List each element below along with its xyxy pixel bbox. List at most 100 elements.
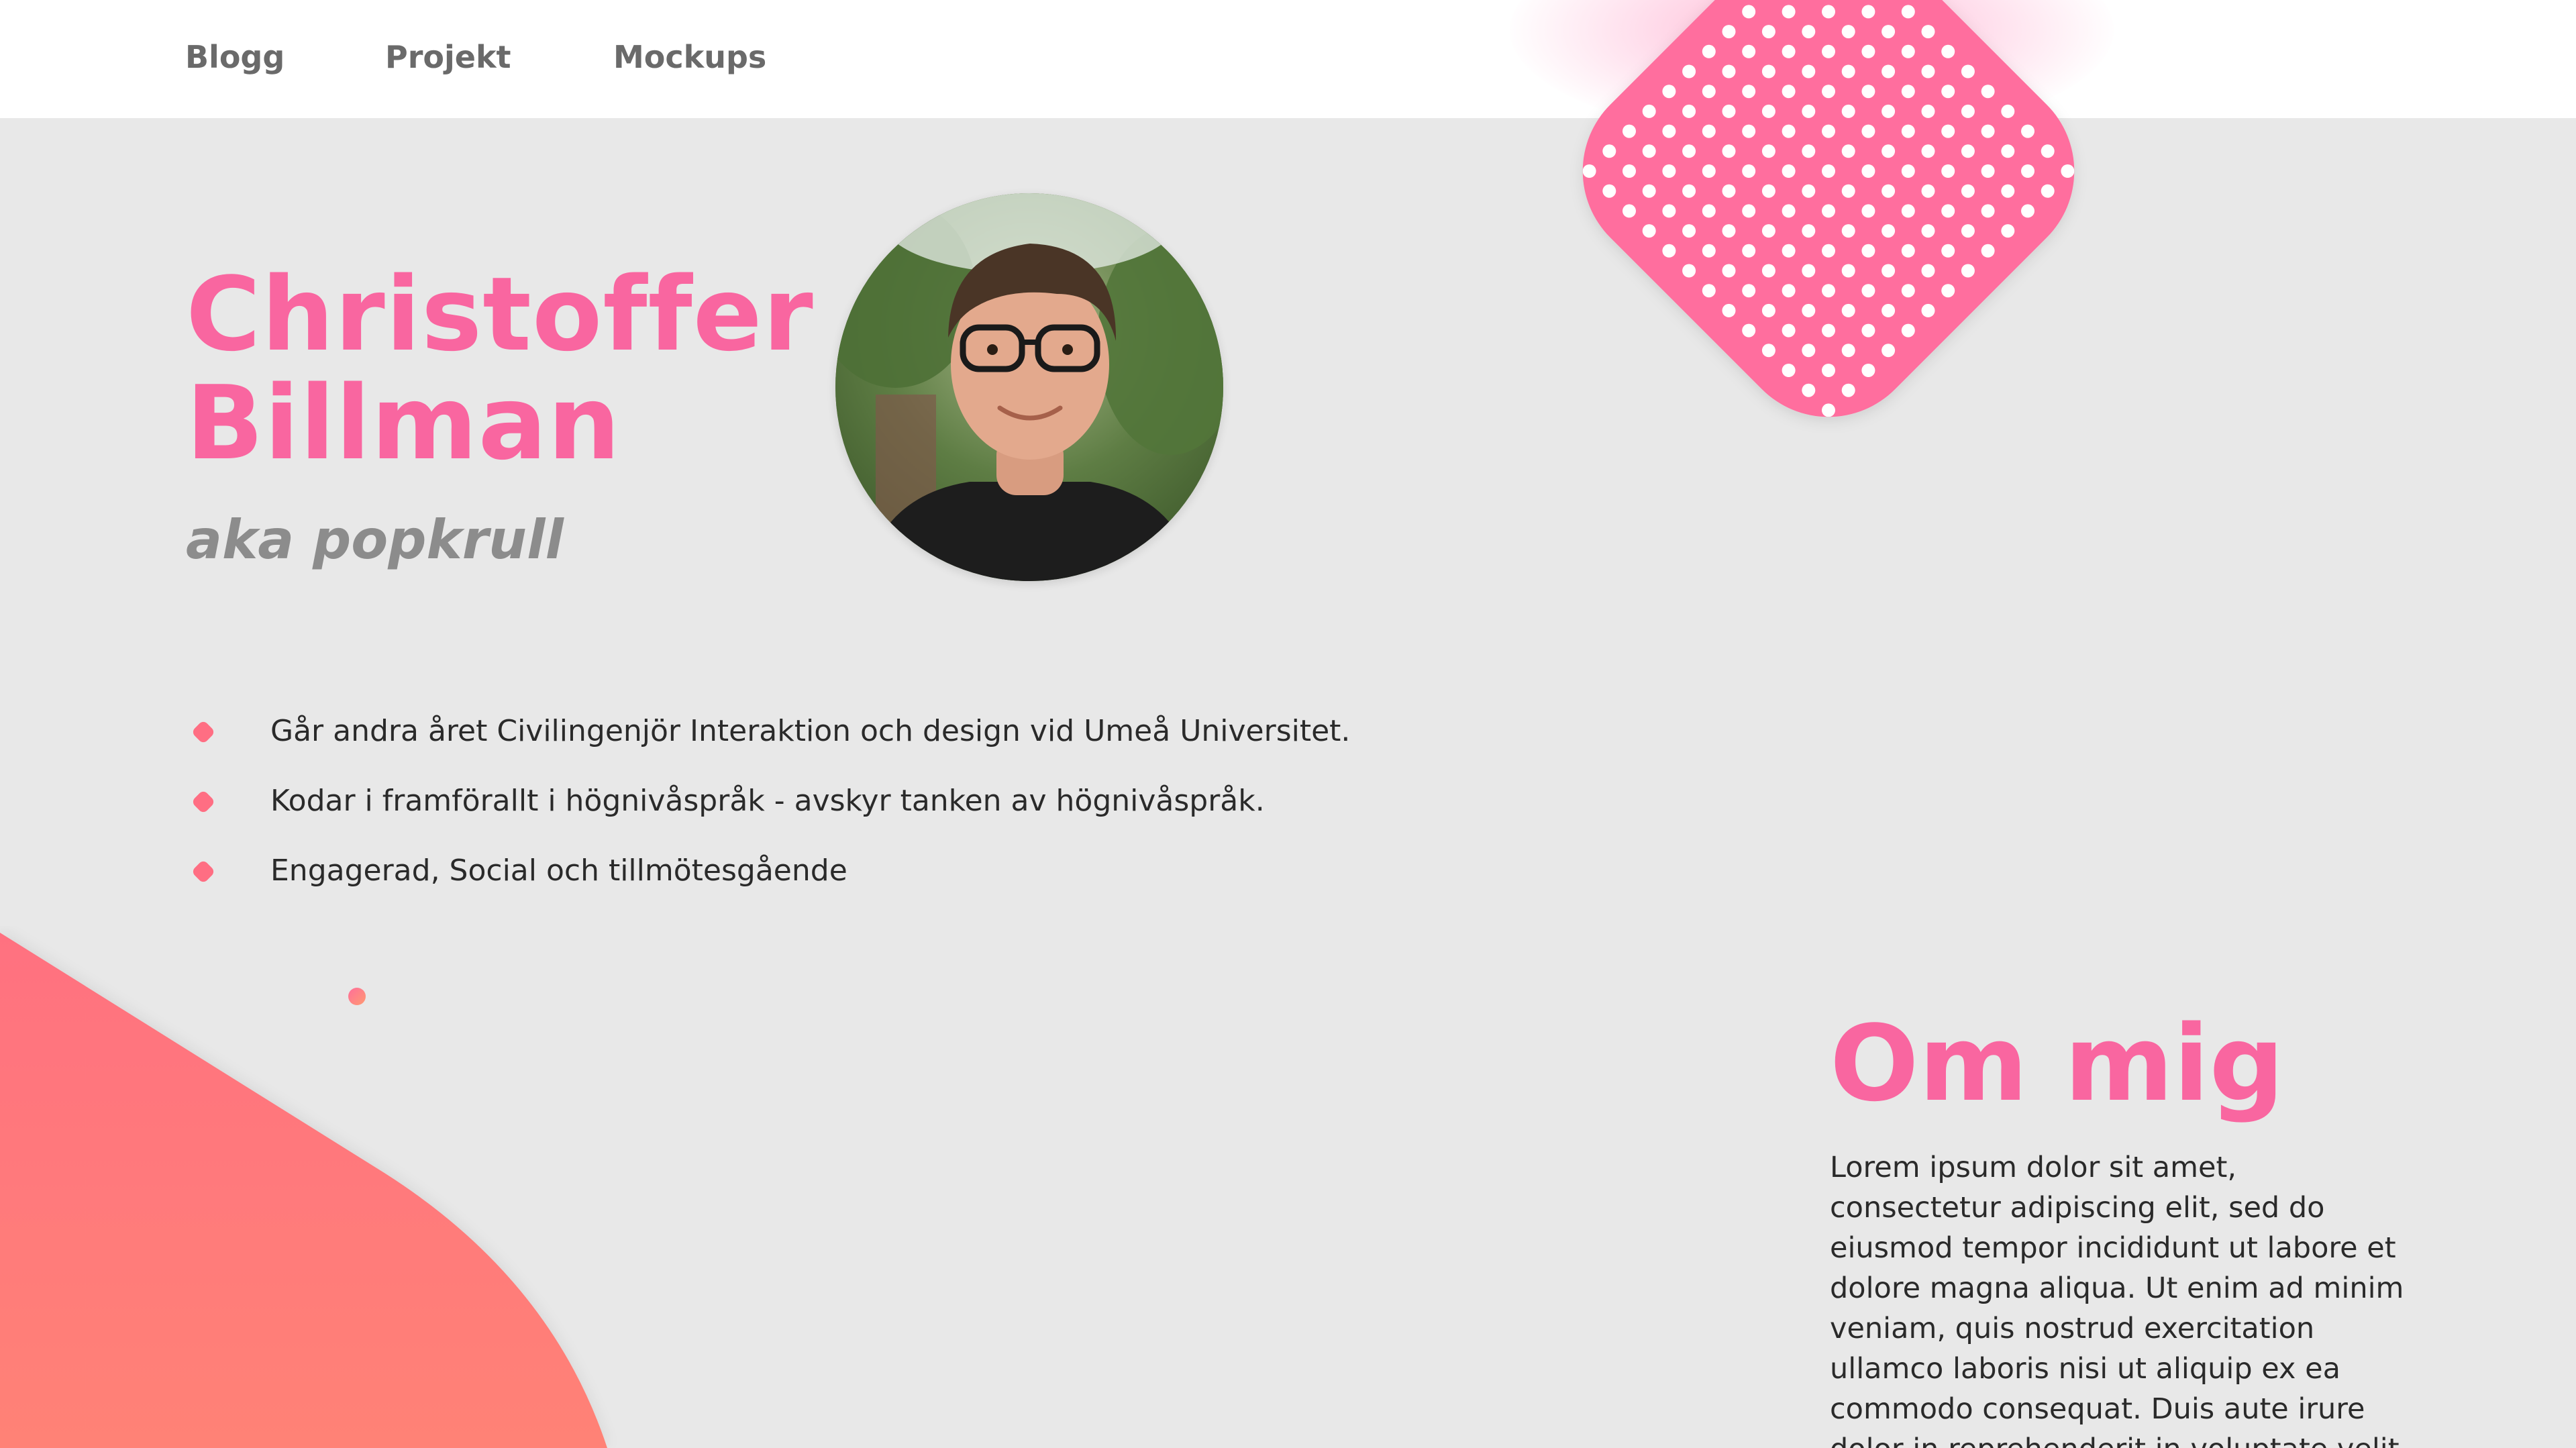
pattern-dot [1941, 244, 1955, 258]
pattern-dot [1742, 284, 1756, 298]
pattern-dot [1841, 383, 1855, 397]
pattern-dot [1802, 383, 1816, 397]
pattern-dot [1702, 124, 1716, 138]
pattern-dot [1841, 144, 1855, 158]
pattern-dot [1841, 184, 1855, 198]
pattern-dot [1861, 124, 1875, 138]
pattern-dot [1782, 124, 1796, 138]
pattern-dot [1722, 264, 1736, 278]
about-title: Om mig [1830, 1002, 2285, 1125]
pattern-dot [1742, 124, 1756, 138]
pattern-dot [1761, 184, 1775, 198]
pattern-dot [1702, 164, 1716, 178]
pattern-dot [1782, 284, 1796, 298]
pattern-dot [1882, 303, 1896, 317]
pattern-dot [1682, 144, 1696, 158]
pattern-dot [1961, 264, 1975, 278]
pattern-dot [1802, 303, 1816, 317]
nav-link-projekt[interactable]: Projekt [385, 39, 511, 75]
rounded-diamond-icon [193, 791, 214, 813]
pattern-dot [1682, 224, 1696, 238]
pattern-dot [1882, 344, 1896, 358]
facts-list: Går andra året Civilingenjör Interaktion… [186, 711, 1350, 921]
pattern-dot [1642, 184, 1656, 198]
pattern-dot [1941, 124, 1955, 138]
pattern-dot [1761, 344, 1775, 358]
pattern-dot [1882, 264, 1896, 278]
pattern-dot [1921, 184, 1935, 198]
pattern-dot [1901, 164, 1915, 178]
pattern-dot [1682, 264, 1696, 278]
pattern-dot [1901, 244, 1915, 258]
pattern-dot [1822, 244, 1835, 258]
avatar-portrait [835, 193, 1223, 581]
pattern-dot [1702, 284, 1716, 298]
pattern-dot [1822, 164, 1835, 178]
pattern-dot [1841, 303, 1855, 317]
pattern-dot [1642, 224, 1656, 238]
alias-subtitle: aka popkrull [186, 509, 564, 571]
rounded-diamond-icon [193, 721, 214, 743]
pattern-dot [1822, 364, 1835, 377]
pattern-dot [1981, 204, 1995, 218]
pattern-dot [1901, 323, 1915, 338]
nav-link-mockups[interactable]: Mockups [613, 39, 766, 75]
pattern-dot [2041, 144, 2055, 158]
pattern-dot [2021, 164, 2034, 178]
pattern-dot [1901, 204, 1915, 218]
pattern-dot [1802, 224, 1816, 238]
nav-link-blogg[interactable]: Blogg [185, 39, 285, 75]
pattern-dot [1981, 244, 1995, 258]
pattern-dot [1761, 144, 1775, 158]
decorative-dot [348, 988, 366, 1005]
fact-text: Går andra året Civilingenjör Interaktion… [270, 714, 1351, 748]
pattern-dot [1921, 303, 1935, 317]
pattern-dot [1622, 164, 1636, 178]
pattern-dot [1742, 244, 1756, 258]
pattern-dot [1782, 244, 1796, 258]
pattern-dot [1882, 184, 1896, 198]
hero-name: Christoffer Billman [186, 260, 814, 478]
last-name: Billman [186, 364, 621, 482]
pattern-dot [1861, 164, 1875, 178]
pattern-dot [1702, 204, 1716, 218]
pattern-dot [1722, 303, 1736, 317]
pattern-dot [1882, 224, 1896, 238]
pattern-dot [1802, 344, 1816, 358]
fact-text: Kodar i framförallt i högnivåspråk - avs… [270, 784, 1265, 818]
pattern-dot [1941, 204, 1955, 218]
pattern-dot [1602, 144, 1616, 158]
decorative-blob [0, 933, 607, 1448]
pattern-dot [1722, 144, 1736, 158]
rounded-diamond-icon [193, 861, 214, 882]
pattern-dot [1682, 184, 1696, 198]
about-text: Lorem ipsum dolor sit amet, consectetur … [1830, 1151, 2404, 1448]
pattern-dot [1921, 224, 1935, 238]
list-item: Engagerad, Social och tillmötesgående [186, 851, 1350, 921]
pattern-dot [1841, 264, 1855, 278]
pattern-dot [1882, 144, 1896, 158]
pattern-dot [1841, 224, 1855, 238]
pattern-dot [1662, 244, 1676, 258]
pattern-dot [1782, 323, 1796, 338]
pattern-dot [1822, 323, 1835, 338]
pattern-dot [2061, 164, 2075, 178]
pattern-dot [1822, 204, 1835, 218]
pattern-dot [1761, 224, 1775, 238]
pattern-dot [1841, 344, 1855, 358]
pattern-dot [1861, 244, 1875, 258]
pattern-dot [1642, 144, 1656, 158]
pattern-dot [1662, 124, 1676, 138]
pattern-dot [1802, 144, 1816, 158]
pattern-dot [1761, 264, 1775, 278]
pattern-dot [2001, 184, 2015, 198]
pattern-dot [1941, 164, 1955, 178]
pattern-dot [2001, 144, 2015, 158]
pattern-dot [2021, 124, 2034, 138]
pattern-dot [1782, 204, 1796, 218]
first-name: Christoffer [186, 255, 814, 374]
pattern-dot [1981, 164, 1995, 178]
pattern-dot [1901, 284, 1915, 298]
pattern-dot [1921, 264, 1935, 278]
pattern-dot [1722, 184, 1736, 198]
